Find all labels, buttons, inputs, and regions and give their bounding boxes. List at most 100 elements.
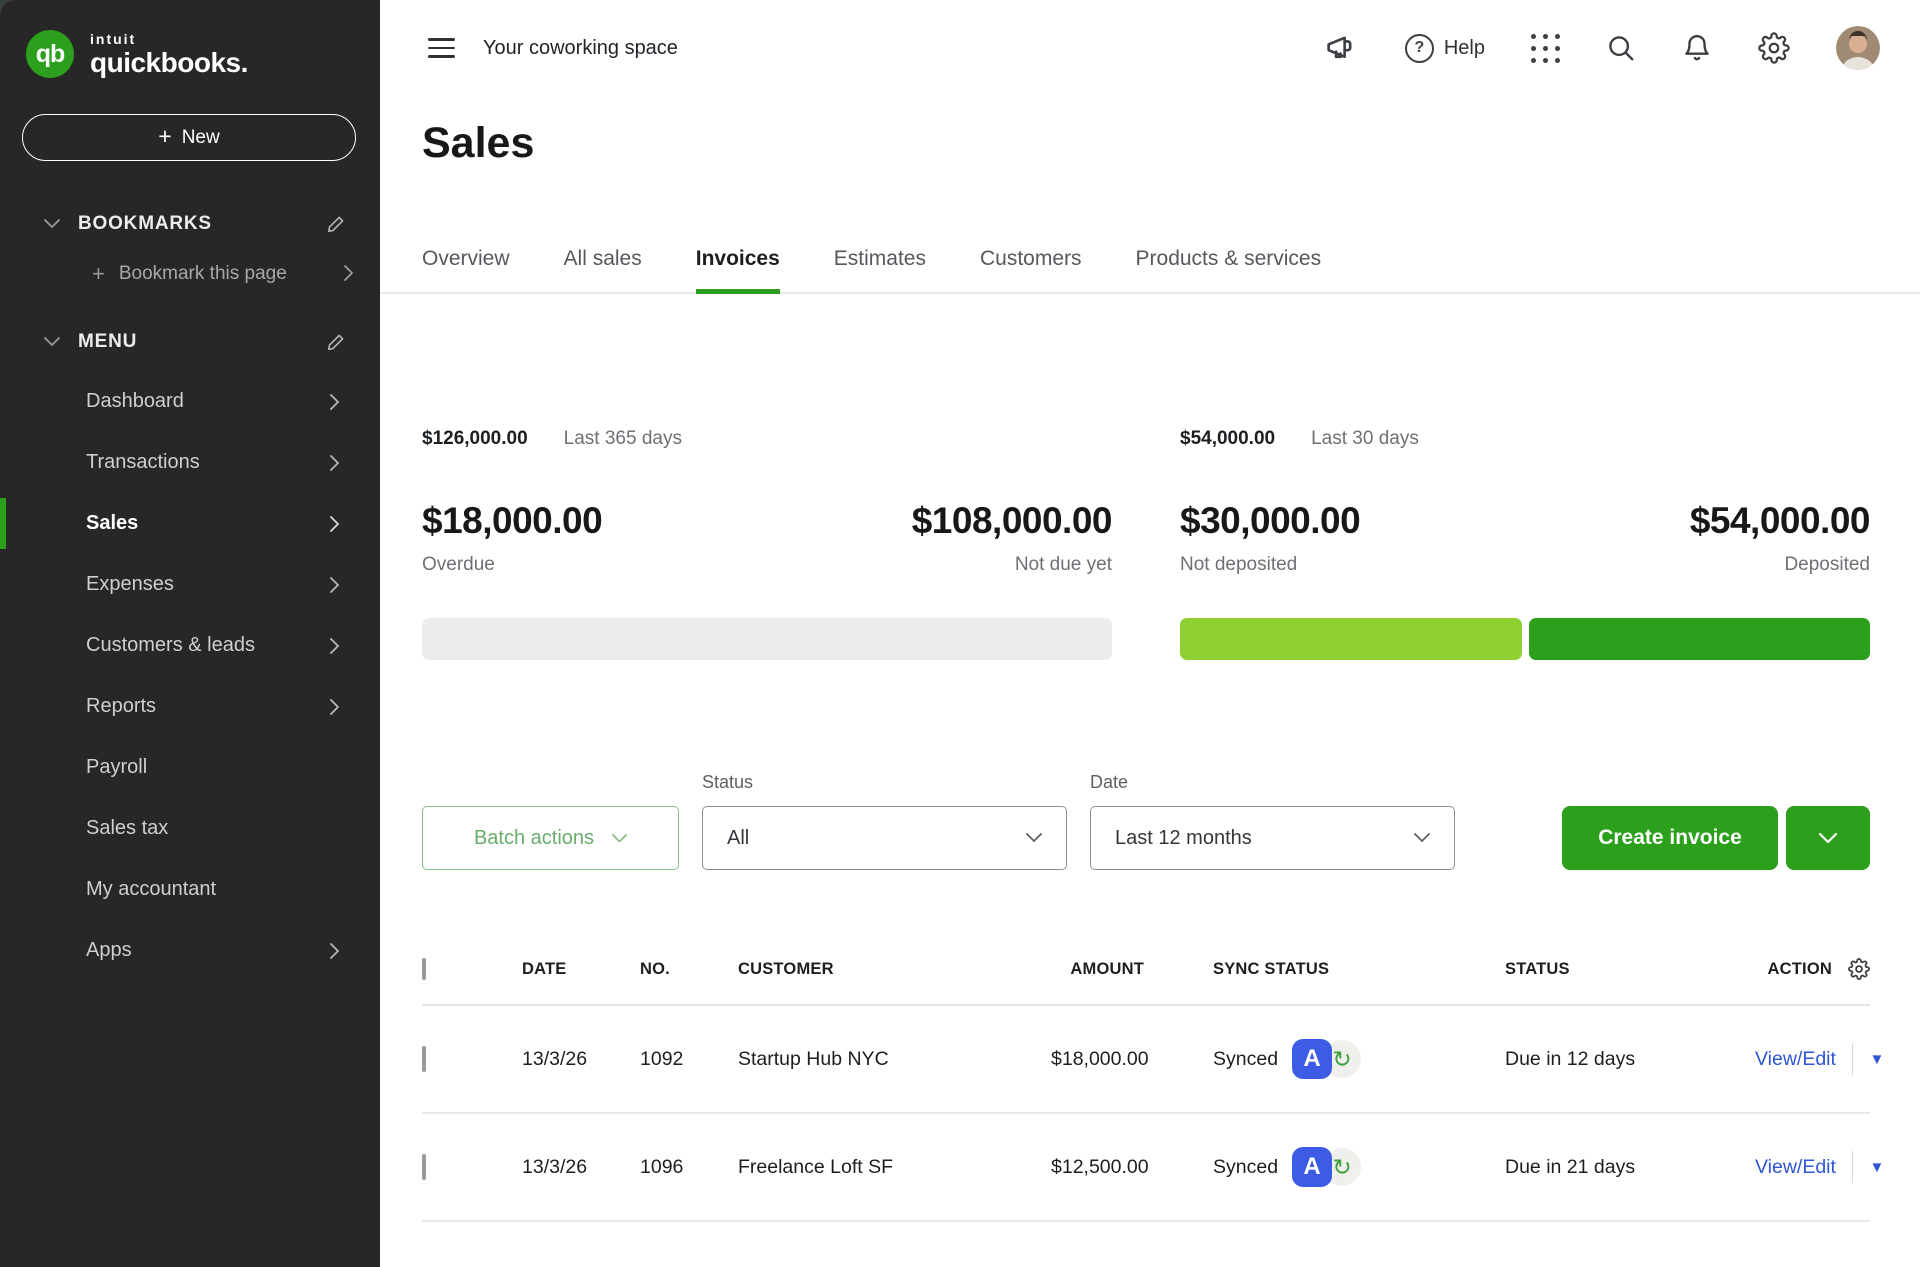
payments-total: $54,000.00 xyxy=(1180,428,1275,450)
sidebar: qb intuit quickbooks. + New BOOKMARKS + … xyxy=(0,0,380,1267)
search-icon[interactable] xyxy=(1606,33,1636,63)
help-button[interactable]: ? Help xyxy=(1405,34,1485,63)
not-deposited-bar-segment xyxy=(1180,618,1522,660)
status-filter-label: Status xyxy=(702,772,1067,793)
chevron-right-icon xyxy=(330,516,340,532)
app-grid-icon[interactable] xyxy=(1531,34,1560,63)
sidebar-item-expenses[interactable]: Expenses xyxy=(0,554,380,615)
row-actions-caret-icon[interactable]: ▼ xyxy=(1869,1159,1884,1176)
sidebar-item-dashboard[interactable]: Dashboard xyxy=(0,371,380,432)
sidebar-item-apps[interactable]: Apps xyxy=(0,920,380,981)
cell-customer: Startup Hub NYC xyxy=(738,1048,1051,1071)
hamburger-menu-icon[interactable] xyxy=(428,38,455,58)
invoices-total: $126,000.00 xyxy=(422,428,528,450)
sidebar-item-customers-leads[interactable]: Customers & leads xyxy=(0,615,380,676)
chevron-right-icon xyxy=(344,265,354,281)
intuit-wordmark: intuit xyxy=(90,32,248,46)
sync-app-badge: A ↻ xyxy=(1292,1039,1361,1079)
user-avatar[interactable] xyxy=(1836,26,1880,70)
invoices-table: DATE NO. CUSTOMER AMOUNT SYNC STATUS STA… xyxy=(422,934,1870,1222)
tab-products-services[interactable]: Products & services xyxy=(1136,246,1322,294)
row-checkbox[interactable] xyxy=(422,1154,426,1180)
cell-no: 1096 xyxy=(640,1156,738,1179)
tab-invoices[interactable]: Invoices xyxy=(696,246,780,294)
invoices-summary-card: $126,000.00 Last 365 days $18,000.00 $10… xyxy=(422,428,1112,660)
chevron-down-icon xyxy=(1414,833,1430,843)
sidebar-item-reports[interactable]: Reports xyxy=(0,676,380,737)
plus-icon: + xyxy=(92,263,105,285)
row-actions-caret-icon[interactable]: ▼ xyxy=(1869,1051,1884,1068)
tab-customers[interactable]: Customers xyxy=(980,246,1082,294)
bookmark-this-page[interactable]: + Bookmark this page xyxy=(0,263,380,285)
menu-header-label: MENU xyxy=(78,331,308,353)
sidebar-item-payroll[interactable]: Payroll xyxy=(0,737,380,798)
chevron-down-icon xyxy=(44,219,60,229)
cell-no: 1092 xyxy=(640,1048,738,1071)
new-button[interactable]: + New xyxy=(22,114,356,161)
select-all-checkbox[interactable] xyxy=(422,958,426,980)
create-invoice-button[interactable]: Create invoice xyxy=(1562,806,1778,870)
action-divider xyxy=(1852,1151,1854,1183)
row-checkbox[interactable] xyxy=(422,1046,426,1072)
header-customer: CUSTOMER xyxy=(738,960,1051,979)
not-due-yet-label: Not due yet xyxy=(1015,554,1112,576)
sidebar-item-transactions[interactable]: Transactions xyxy=(0,432,380,493)
edit-pencil-icon[interactable] xyxy=(326,332,346,352)
view-edit-link[interactable]: View/Edit xyxy=(1755,1156,1836,1179)
bookmarks-section-header[interactable]: BOOKMARKS xyxy=(0,213,380,235)
app-badge-icon: A xyxy=(1292,1147,1332,1187)
header-sync-status: SYNC STATUS xyxy=(1144,960,1505,979)
deposited-bar-segment xyxy=(1529,618,1871,660)
app-window: qb intuit quickbooks. + New BOOKMARKS + … xyxy=(0,0,1920,1267)
plus-icon: + xyxy=(158,125,171,148)
topbar: Your coworking space ? Help xyxy=(380,0,1920,96)
menu-section-header[interactable]: MENU xyxy=(0,331,380,353)
deposits-bar xyxy=(1180,618,1870,660)
batch-actions-button[interactable]: Batch actions xyxy=(422,806,679,870)
table-settings-gear-icon[interactable] xyxy=(1848,958,1870,980)
help-question-icon: ? xyxy=(1405,34,1434,63)
money-bar-section: $126,000.00 Last 365 days $18,000.00 $10… xyxy=(422,428,1870,660)
quickbooks-wordmark: quickbooks. xyxy=(90,49,248,77)
action-divider xyxy=(1852,1043,1854,1075)
tab-all-sales[interactable]: All sales xyxy=(564,246,642,294)
date-filter-select[interactable]: Last 12 months xyxy=(1090,806,1455,870)
quickbooks-logo-icon: qb xyxy=(26,30,74,78)
status-filter-select[interactable]: All xyxy=(702,806,1067,870)
sidebar-item-sales-tax[interactable]: Sales tax xyxy=(0,798,380,859)
date-filter-value: Last 12 months xyxy=(1115,827,1252,850)
header-amount: AMOUNT xyxy=(1051,960,1144,979)
main-content: Your coworking space ? Help xyxy=(380,0,1920,1267)
page-title: Sales xyxy=(422,118,1920,168)
sidebar-item-my-accountant[interactable]: My accountant xyxy=(0,859,380,920)
create-invoice-dropdown-button[interactable] xyxy=(1786,806,1870,870)
unpaid-bar-segment xyxy=(422,618,1112,660)
cell-sync-status: Synced xyxy=(1213,1156,1278,1179)
chevron-right-icon xyxy=(330,577,340,593)
chevron-right-icon xyxy=(330,943,340,959)
status-filter-value: All xyxy=(727,827,749,850)
payments-period: Last 30 days xyxy=(1311,428,1419,450)
not-due-yet-amount: $108,000.00 xyxy=(912,500,1112,542)
bookmarks-header-label: BOOKMARKS xyxy=(78,213,308,235)
announcements-megaphone-icon[interactable] xyxy=(1323,32,1359,64)
chevron-right-icon xyxy=(330,638,340,654)
header-status: STATUS xyxy=(1505,960,1755,979)
tab-estimates[interactable]: Estimates xyxy=(834,246,926,294)
cell-status: Due in 21 days xyxy=(1505,1156,1755,1179)
app-badge-icon: A xyxy=(1292,1039,1332,1079)
company-name: Your coworking space xyxy=(483,37,678,60)
notifications-bell-icon[interactable] xyxy=(1682,33,1712,63)
chevron-down-icon xyxy=(1026,833,1042,843)
edit-pencil-icon[interactable] xyxy=(326,214,346,234)
sidebar-menu: Dashboard Transactions Sales Expenses Cu… xyxy=(0,371,380,981)
chevron-down-icon xyxy=(612,834,627,843)
cell-amount: $12,500.00 xyxy=(1051,1156,1144,1179)
quickbooks-logo: qb intuit quickbooks. xyxy=(0,0,380,78)
view-edit-link[interactable]: View/Edit xyxy=(1755,1048,1836,1071)
sidebar-item-sales[interactable]: Sales xyxy=(0,493,380,554)
settings-gear-icon[interactable] xyxy=(1758,32,1790,64)
sync-app-badge: A ↻ xyxy=(1292,1147,1361,1187)
header-no: NO. xyxy=(640,960,738,979)
tab-overview[interactable]: Overview xyxy=(422,246,510,294)
